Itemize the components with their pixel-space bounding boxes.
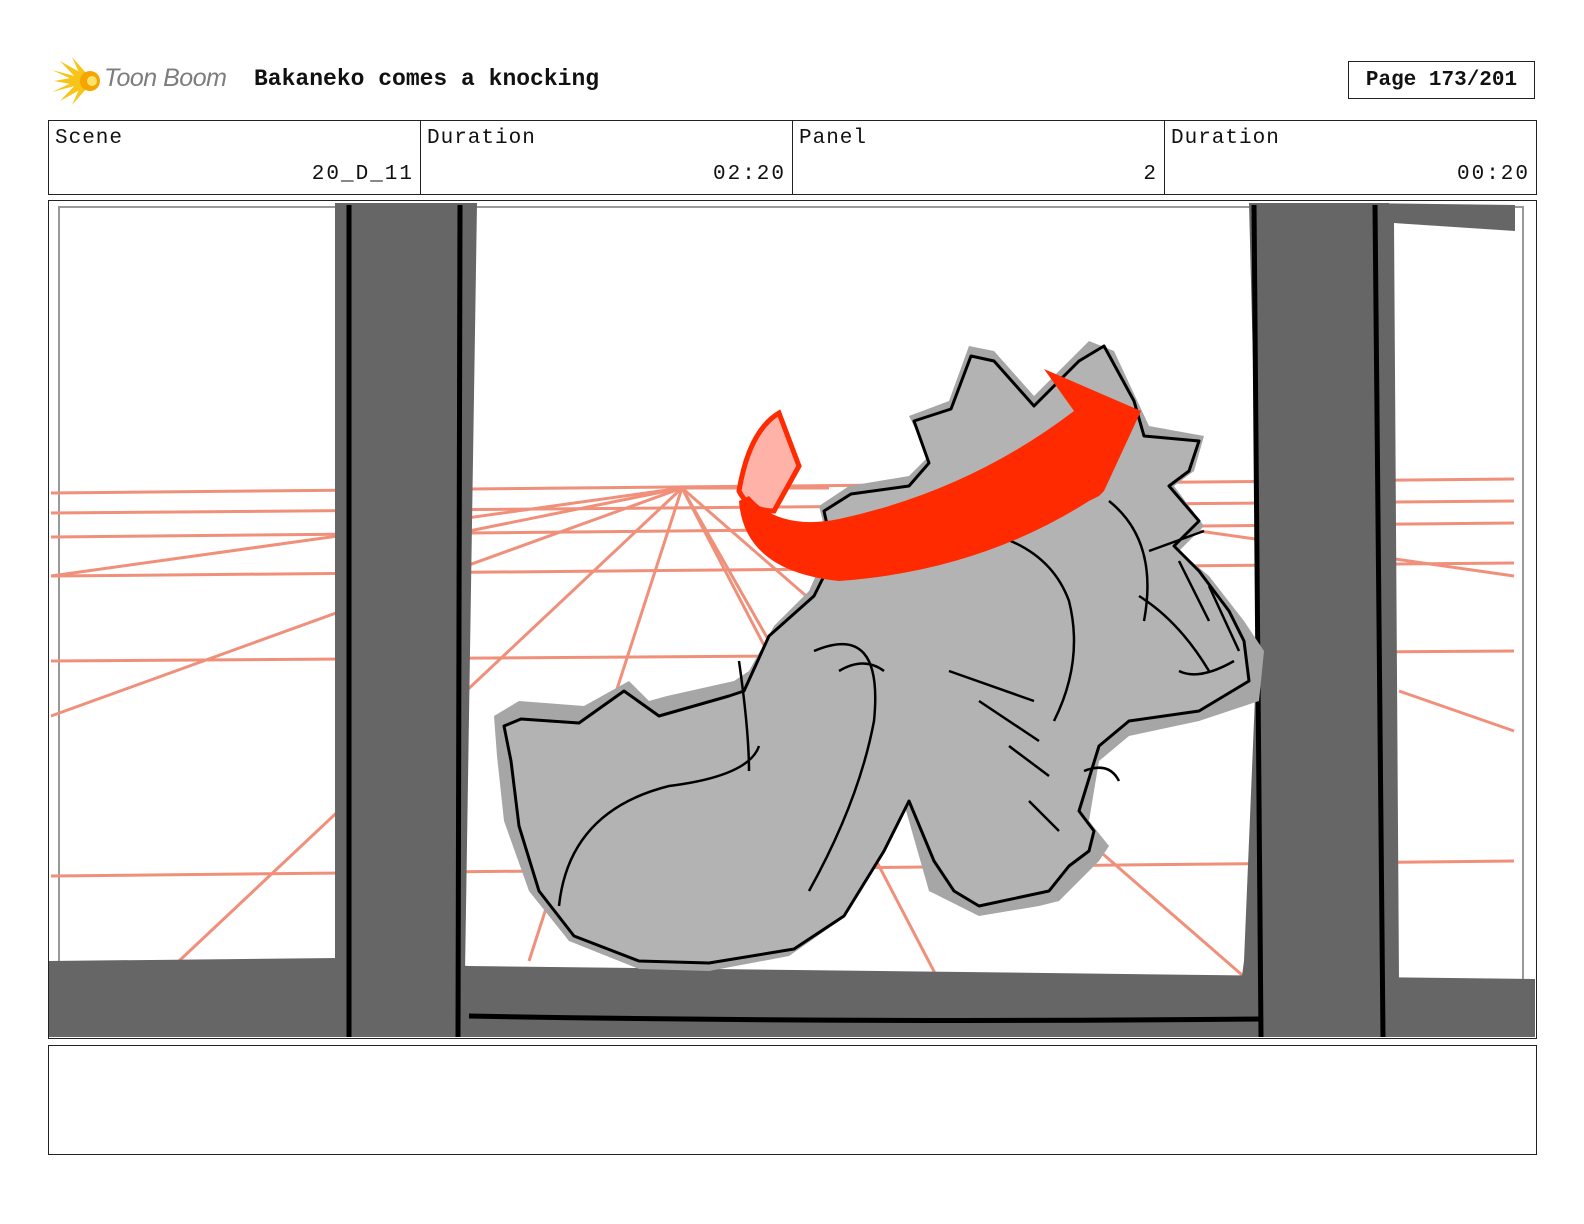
project-title: Bakaneko comes a knocking	[254, 66, 600, 92]
scene-duration-cell: Duration 02:20	[421, 121, 793, 194]
toon-boom-logo: Toon Boom	[52, 56, 240, 106]
panel-label: Panel	[799, 127, 868, 150]
page-number: Page 173/201	[1365, 68, 1518, 92]
panel-duration-label: Duration	[1171, 127, 1280, 150]
toon-boom-burst-icon	[52, 57, 100, 105]
scene-duration-label: Duration	[427, 127, 536, 150]
scene-info-table: Scene 20_D_11 Duration 02:20 Panel 2 Dur…	[48, 120, 1537, 195]
panel-duration-cell: Duration 00:20	[1165, 121, 1536, 194]
scene-label: Scene	[55, 127, 124, 150]
scene-duration-value: 02:20	[712, 163, 786, 186]
panel-duration-value: 00:20	[1456, 163, 1530, 186]
panel-value: 2	[1143, 163, 1158, 186]
logo-wordmark: Toon Boom	[104, 64, 227, 92]
panel-notes-area	[48, 1045, 1537, 1155]
storyboard-panel	[48, 200, 1537, 1039]
scene-cell: Scene 20_D_11	[49, 121, 421, 194]
panel-drawing	[49, 203, 1535, 1037]
panel-cell: Panel 2	[793, 121, 1165, 194]
scene-value: 20_D_11	[311, 163, 414, 186]
ear-outline	[736, 409, 802, 514]
creature-body	[502, 344, 1251, 965]
page-indicator: Page 173/201	[1348, 61, 1535, 99]
